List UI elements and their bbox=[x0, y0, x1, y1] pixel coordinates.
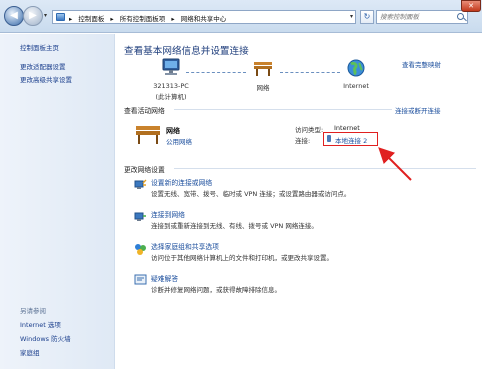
address-field[interactable]: ▸ 控制面板 ▸ 所有控制面板项 ▸ 网络和共享中心 ▾ bbox=[52, 10, 356, 24]
map-link-line bbox=[280, 72, 340, 73]
internet-label: Internet bbox=[343, 82, 369, 90]
search-icon[interactable] bbox=[457, 13, 464, 20]
breadcrumb: ▸ 控制面板 ▸ 所有控制面板项 ▸ 网络和共享中心 bbox=[69, 15, 227, 23]
connect-to-network-desc: 连接到或重新连接到无线、有线、拨号或 VPN 网络连接。 bbox=[151, 222, 318, 230]
window-controls: ✕ bbox=[461, 0, 481, 14]
computer-name: 321313-PC bbox=[153, 82, 189, 90]
back-button[interactable]: ◀ bbox=[4, 6, 24, 26]
map-link-line bbox=[186, 72, 246, 73]
search-input[interactable] bbox=[380, 12, 452, 22]
search-field[interactable] bbox=[376, 10, 468, 24]
new-connection-icon bbox=[134, 179, 147, 189]
main-content: 查看基本网络信息并设置连接 查看完整映射 321313-PC (此计算机) 网络… bbox=[116, 34, 482, 369]
connect-disconnect-link[interactable]: 连接或断开连接 bbox=[395, 105, 441, 115]
breadcrumb-item[interactable]: 网络和共享中心 bbox=[181, 15, 227, 23]
troubleshoot-link[interactable]: 疑难解答 bbox=[151, 273, 178, 283]
homegroup-sharing-desc: 访问位于其他网络计算机上的文件和打印机，或更改共享设置。 bbox=[151, 254, 333, 262]
forward-button[interactable]: ▶ bbox=[23, 6, 43, 26]
left-pane: 控制面板主页 更改适配器设置 更改高级共享设置 另请参阅 Internet 选项… bbox=[0, 34, 115, 369]
troubleshoot-desc: 诊断并修复网络问题，或获得故障排除信息。 bbox=[151, 286, 281, 294]
section-divider bbox=[174, 109, 392, 110]
connections-label: 连接: bbox=[295, 137, 311, 145]
local-connection-link[interactable]: 本地连接 2 bbox=[335, 135, 367, 145]
change-adapter-settings-link[interactable]: 更改适配器设置 bbox=[20, 61, 66, 71]
see-also-heading: 另请参阅 bbox=[20, 307, 46, 315]
troubleshoot-icon bbox=[134, 274, 147, 285]
breadcrumb-item[interactable]: 控制面板 bbox=[78, 15, 104, 23]
internet-options-link[interactable]: Internet 选项 bbox=[20, 319, 61, 329]
connect-to-network-link[interactable]: 连接到网络 bbox=[151, 209, 185, 219]
globe-icon bbox=[347, 59, 365, 77]
access-type-label: 访问类型: bbox=[295, 126, 324, 134]
computer-icon bbox=[162, 58, 180, 75]
section-divider bbox=[174, 168, 476, 169]
network-name: 网络 bbox=[166, 127, 180, 135]
control-panel-home-link[interactable]: 控制面板主页 bbox=[20, 42, 59, 52]
control-panel-icon bbox=[56, 13, 65, 21]
change-advanced-sharing-link[interactable]: 更改高级共享设置 bbox=[20, 74, 72, 84]
public-network-link[interactable]: 公用网络 bbox=[166, 136, 192, 146]
setup-new-connection-link[interactable]: 设置新的连接或网络 bbox=[151, 177, 212, 187]
close-button[interactable]: ✕ bbox=[461, 0, 481, 12]
breadcrumb-item[interactable]: 所有控制面板项 bbox=[120, 15, 166, 23]
homegroup-link[interactable]: 家庭组 bbox=[20, 347, 40, 357]
access-type-value: Internet bbox=[334, 124, 360, 132]
change-settings-heading: 更改网络设置 bbox=[124, 166, 165, 174]
connect-network-icon bbox=[134, 212, 146, 221]
homegroup-icon bbox=[135, 244, 146, 255]
network-bench-icon bbox=[254, 62, 272, 76]
setup-new-connection-desc: 设置无线、宽带、拨号、临时或 VPN 连接；或设置路由器或访问点。 bbox=[151, 190, 351, 198]
ethernet-icon bbox=[327, 135, 331, 142]
address-dropdown-icon[interactable]: ▾ bbox=[350, 13, 353, 20]
network-label: 网络 bbox=[256, 84, 270, 92]
see-full-map-link[interactable]: 查看完整映射 bbox=[402, 59, 441, 69]
page-title: 查看基本网络信息并设置连接 bbox=[124, 46, 249, 57]
refresh-button[interactable]: ↻ bbox=[360, 10, 374, 24]
computer-subtitle: (此计算机) bbox=[155, 93, 187, 101]
homegroup-sharing-link[interactable]: 选择家庭组和共享选项 bbox=[151, 241, 219, 251]
address-bar: ◀ ▶ ▾ ▸ 控制面板 ▸ 所有控制面板项 ▸ 网络和共享中心 ▾ ↻ ✕ bbox=[0, 0, 482, 33]
windows-firewall-link[interactable]: Windows 防火墙 bbox=[20, 333, 71, 343]
active-networks-heading: 查看活动网络 bbox=[124, 107, 165, 115]
history-dropdown-icon[interactable]: ▾ bbox=[44, 12, 47, 19]
public-network-bench-icon bbox=[136, 126, 160, 144]
